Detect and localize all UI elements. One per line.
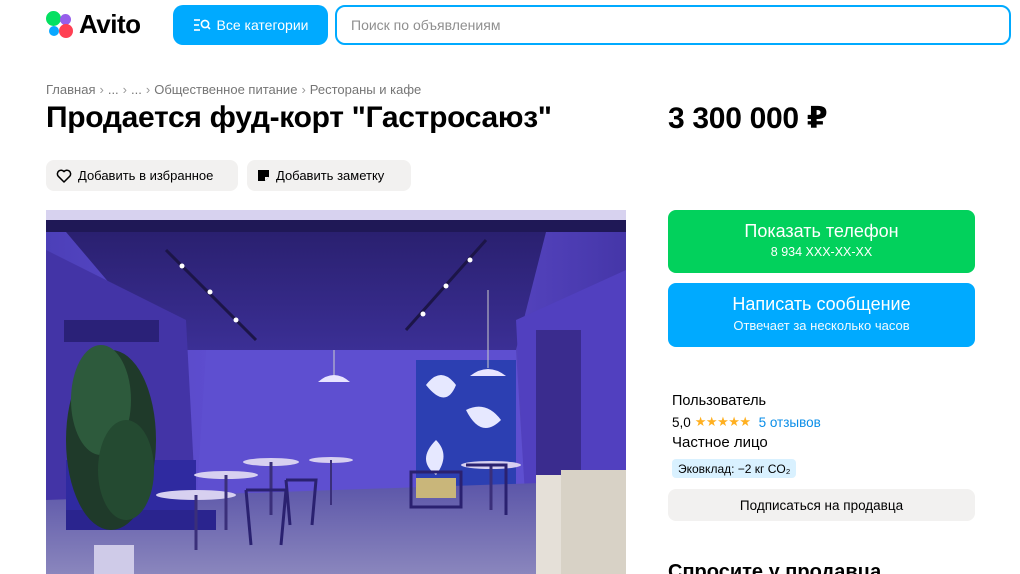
heart-icon xyxy=(56,168,72,183)
listing-price: 3 300 000 ₽ xyxy=(668,102,828,135)
rating-value: 5,0 xyxy=(672,414,691,430)
breadcrumb-separator: › xyxy=(145,82,151,97)
add-to-favorites-label: Добавить в избранное xyxy=(78,168,214,183)
masked-phone-number: 8 934 XXX-XX-XX xyxy=(770,245,873,259)
show-phone-button[interactable]: Показать телефон 8 934 XXX-XX-XX xyxy=(668,210,975,273)
logo-text: Avito xyxy=(79,8,141,39)
food-court-interior-image xyxy=(46,210,626,574)
categories-search-icon xyxy=(193,19,211,31)
breadcrumb-separator: › xyxy=(301,82,306,97)
search-bar[interactable] xyxy=(335,5,1011,45)
write-message-label: Написать сообщение xyxy=(732,294,911,314)
seller-name[interactable]: Пользователь xyxy=(672,393,766,409)
breadcrumb: Главная › ... › ... › Общественное питан… xyxy=(46,82,421,97)
subscribe-seller-button[interactable]: Подписаться на продавца xyxy=(668,489,975,521)
seller-rating: 5,0 ★★★★★ 5 отзывов xyxy=(672,414,821,430)
breadcrumb-item-collapsed[interactable]: ... xyxy=(108,82,119,97)
seller-type: Частное лицо xyxy=(672,434,768,451)
breadcrumb-separator: › xyxy=(99,82,104,97)
show-phone-label: Показать телефон xyxy=(744,221,899,241)
add-note-button[interactable]: Добавить заметку xyxy=(247,160,411,191)
add-note-label: Добавить заметку xyxy=(276,168,385,183)
search-input[interactable] xyxy=(351,17,1009,33)
reviews-link[interactable]: 5 отзывов xyxy=(759,415,821,430)
breadcrumb-item-home[interactable]: Главная xyxy=(46,82,95,97)
breadcrumb-item-collapsed[interactable]: ... xyxy=(131,82,142,97)
breadcrumb-separator: › xyxy=(122,82,128,97)
ask-seller-heading: Спросите у продавца xyxy=(668,561,882,574)
write-message-button[interactable]: Написать сообщение Отвечает за несколько… xyxy=(668,283,975,347)
all-categories-button[interactable]: Все категории xyxy=(173,5,328,45)
eco-contribution-badge[interactable]: Эковклад: −2 кг CO₂ xyxy=(672,459,797,478)
listing-photo[interactable] xyxy=(46,210,626,574)
breadcrumb-item-catering[interactable]: Общественное питание xyxy=(154,82,297,97)
add-to-favorites-button[interactable]: Добавить в избранное xyxy=(46,160,238,191)
listing-title: Продается фуд-корт "Гастросаюз" xyxy=(46,101,552,134)
site-header: Avito Все категории xyxy=(0,0,1020,56)
breadcrumb-item-restaurants[interactable]: Рестораны и кафе xyxy=(310,82,421,97)
response-time-text: Отвечает за несколько часов xyxy=(733,318,910,333)
all-categories-label: Все категории xyxy=(216,17,309,33)
note-icon xyxy=(258,170,269,181)
avito-logo[interactable]: Avito xyxy=(46,9,141,39)
logo-dots-icon xyxy=(46,10,76,38)
rating-stars-icon: ★★★★★ xyxy=(694,414,751,429)
